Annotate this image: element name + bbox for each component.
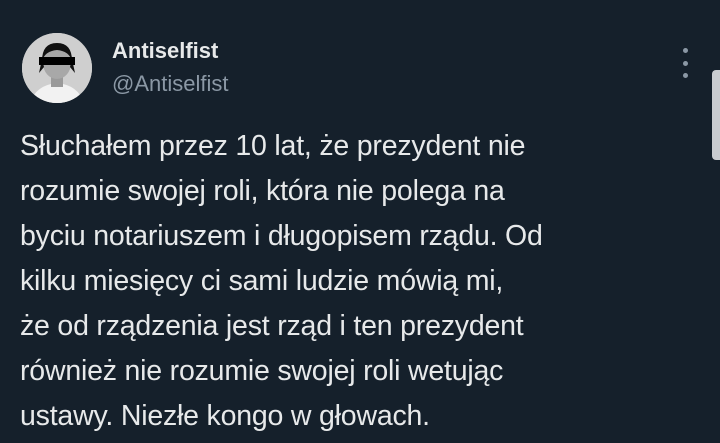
profile-photo-icon xyxy=(22,33,92,103)
more-options-icon[interactable] xyxy=(672,46,698,80)
tweet-text: Słuchałem przez 10 lat, że prezydent nie… xyxy=(20,124,680,439)
author-handle[interactable]: @Antiselfist xyxy=(112,71,228,97)
scrollbar-thumb[interactable] xyxy=(712,70,720,160)
tweet-text-line: byciu notariuszem i długopisem rządu. Od xyxy=(20,220,543,252)
tweet-text-line: że od rządzenia jest rząd i ten prezyden… xyxy=(20,310,524,342)
avatar[interactable] xyxy=(22,33,92,103)
tweet-card: Antiselfist @Antiselfist Słuchałem przez… xyxy=(0,0,720,443)
tweet-text-line: ustawy. Niezłe kongo w głowach. xyxy=(20,400,430,432)
tweet-text-line: kilku miesięcy ci sami ludzie mówią mi, xyxy=(20,265,504,297)
tweet-text-line: rozumie swojej roli, która nie polega na xyxy=(20,175,505,207)
author-display-name[interactable]: Antiselfist xyxy=(112,38,218,64)
tweet-text-line: również nie rozumie swojej roli wetując xyxy=(20,355,504,387)
tweet-text-line: Słuchałem przez 10 lat, że prezydent nie xyxy=(20,130,526,162)
